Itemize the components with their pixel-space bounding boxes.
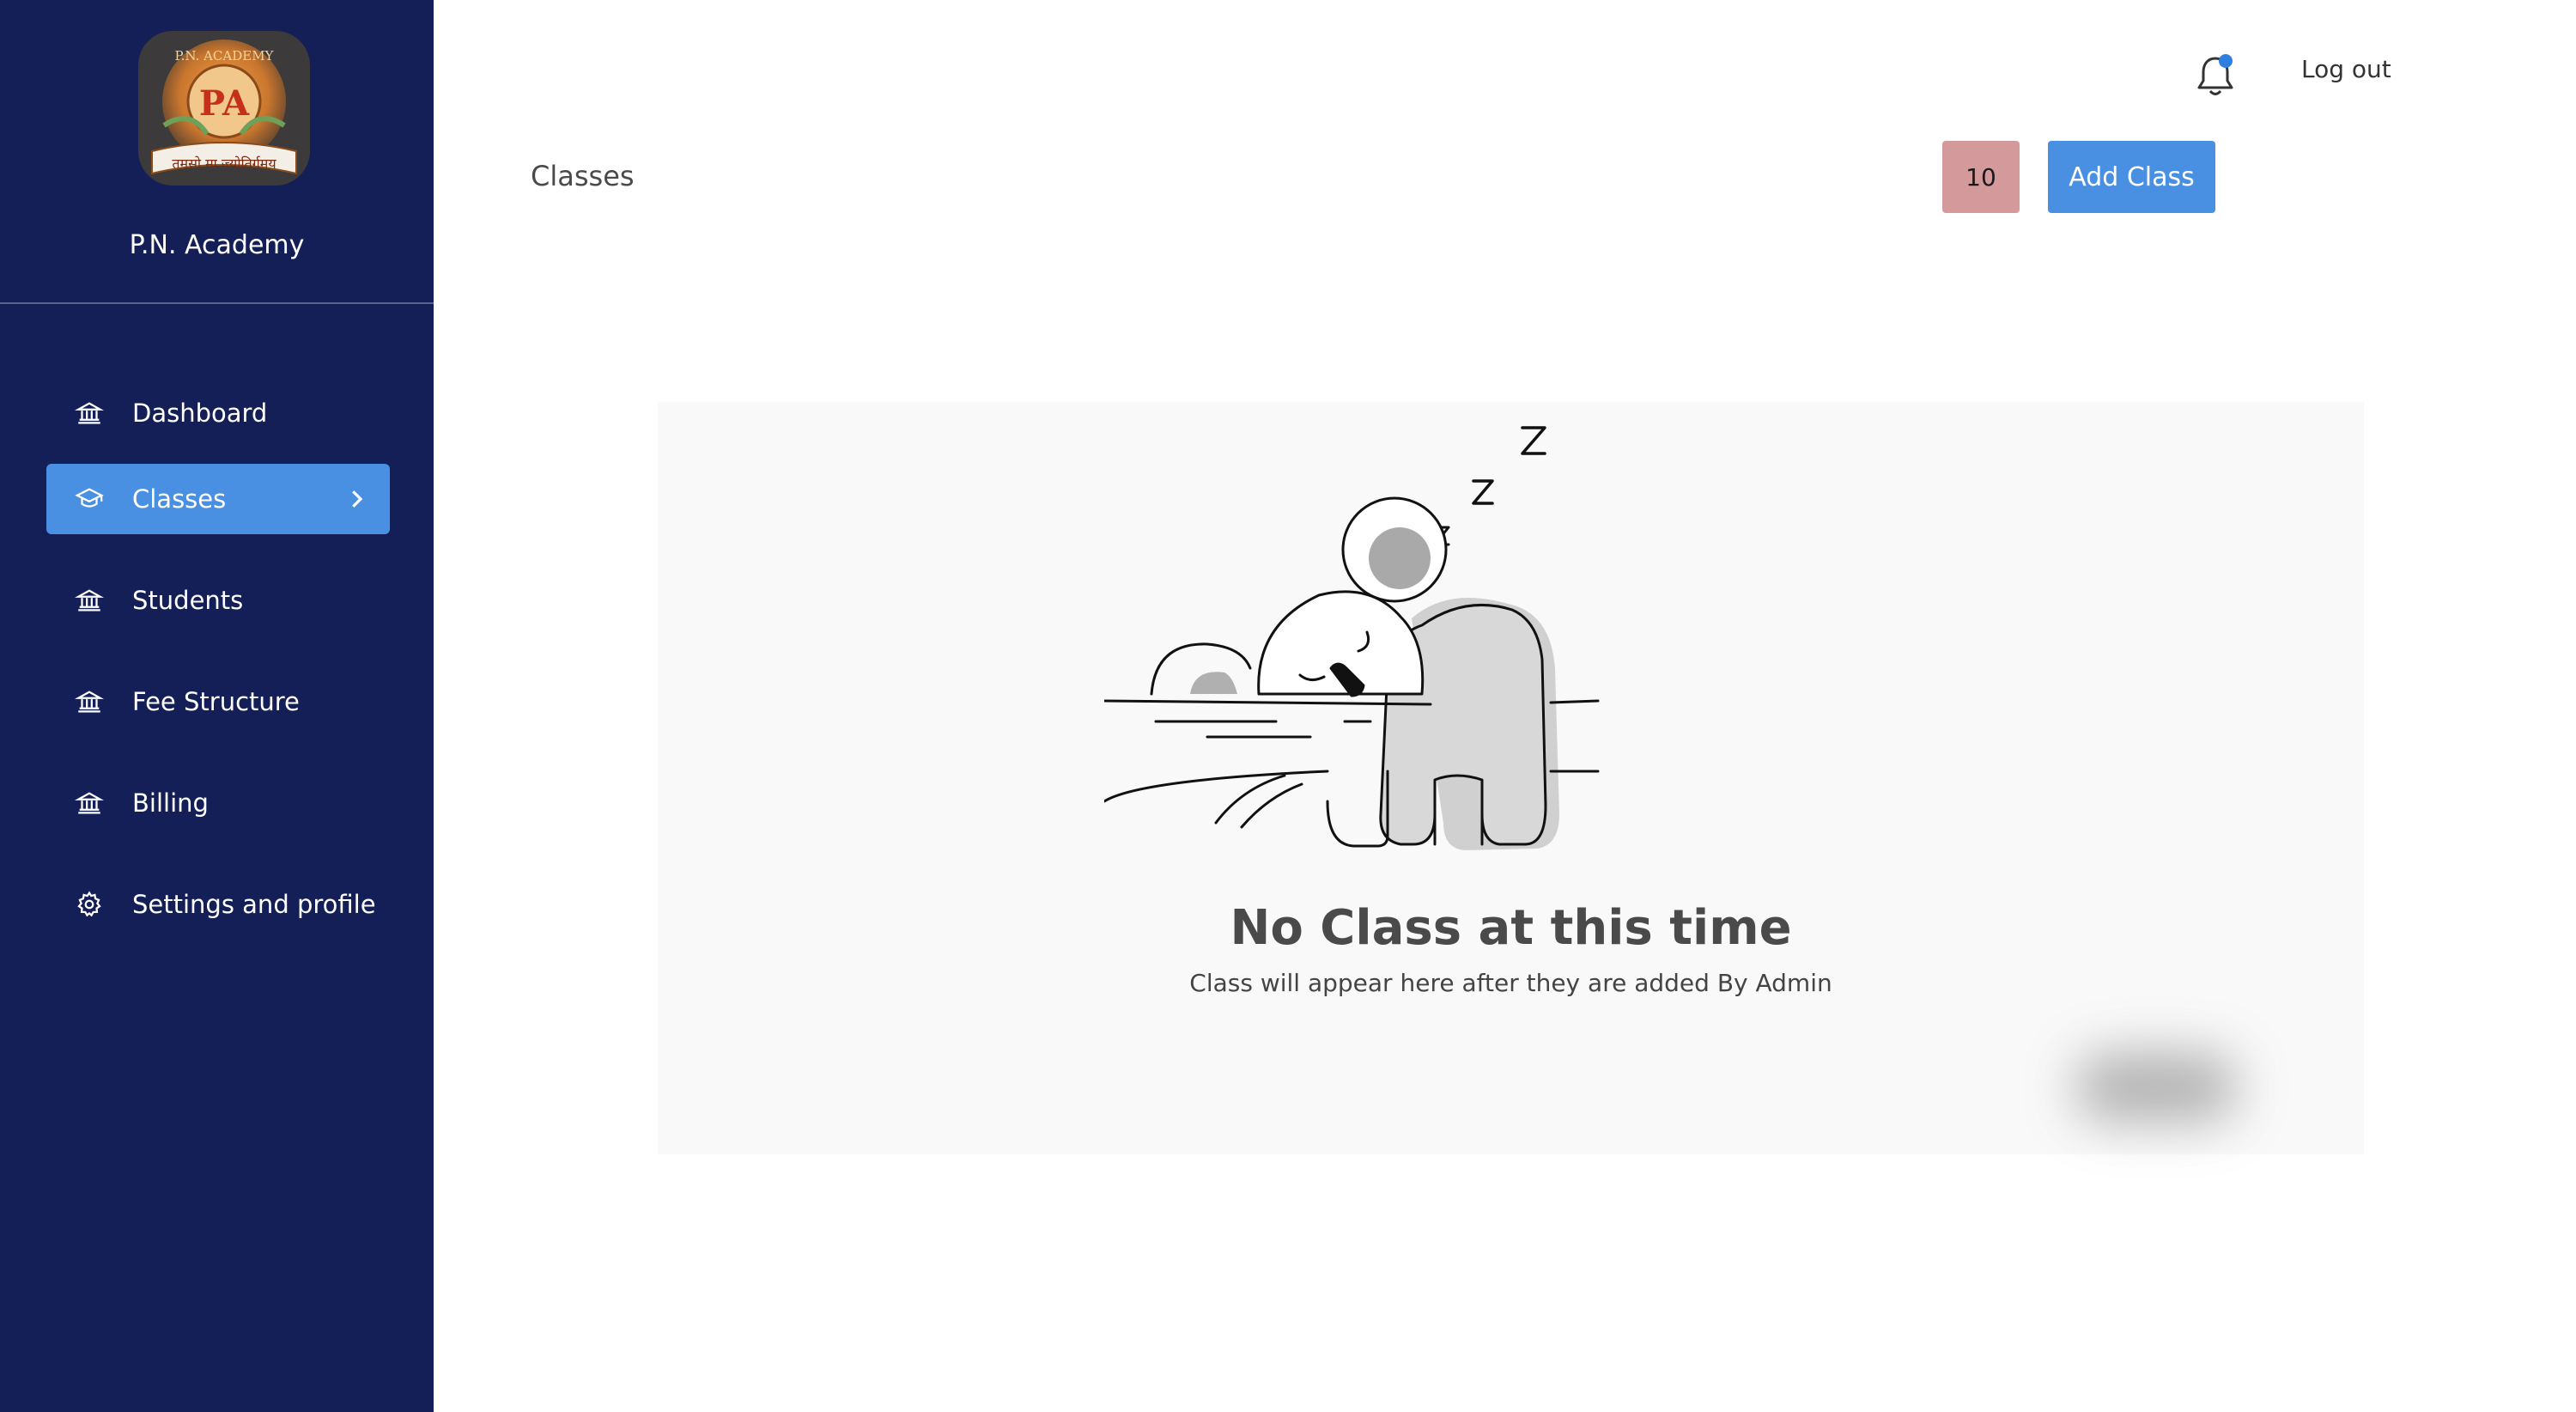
sidebar-item-label: Billing	[132, 788, 209, 818]
notification-dot	[2219, 54, 2233, 68]
sidebar-item-fee-structure[interactable]: Fee Structure	[46, 666, 390, 737]
blurred-shadow	[2075, 1053, 2238, 1122]
empty-state-panel: No Class at this time Class will appear …	[658, 402, 2364, 1154]
graduation-cap-icon	[72, 482, 106, 516]
sidebar-header: PA P.N. ACADEMY तमसो मा ज्योतिर्गमय P.N.…	[0, 0, 434, 304]
bank-icon	[72, 685, 106, 719]
sidebar: PA P.N. ACADEMY तमसो मा ज्योतिर्गमय P.N.…	[0, 0, 434, 1412]
logout-link[interactable]: Log out	[2301, 55, 2391, 83]
sidebar-item-classes[interactable]: Classes	[46, 464, 390, 534]
sidebar-item-students[interactable]: Students	[46, 565, 390, 636]
bank-icon	[72, 786, 106, 820]
bank-icon	[72, 583, 106, 618]
logo-top-text: P.N. ACADEMY	[175, 48, 275, 64]
sidebar-item-label: Classes	[132, 484, 227, 514]
academy-logo: PA P.N. ACADEMY तमसो मा ज्योतिर्गमय	[138, 31, 310, 186]
sleeping-koala-illustration	[1103, 411, 1791, 857]
sidebar-item-label: Fee Structure	[132, 687, 300, 716]
sidebar-item-label: Students	[132, 586, 244, 615]
empty-state-subtitle: Class will appear here after they are ad…	[1189, 969, 1832, 997]
logo-initials: PA	[199, 83, 250, 124]
bell-icon	[2197, 54, 2233, 95]
brand-name: P.N. Academy	[129, 230, 305, 260]
logo-motto: तमसो मा ज्योतिर्गमय	[172, 155, 276, 172]
sidebar-item-billing[interactable]: Billing	[46, 768, 390, 838]
bank-icon	[72, 396, 106, 430]
class-count-badge: 10	[1942, 141, 2020, 213]
sidebar-item-label: Dashboard	[132, 399, 268, 428]
sidebar-item-label: Settings and profile	[132, 890, 376, 919]
empty-state-title: No Class at this time	[1230, 900, 1792, 956]
gear-icon	[72, 887, 106, 922]
page-title: Classes	[531, 160, 635, 192]
notification-bell[interactable]	[2194, 52, 2237, 100]
add-class-button[interactable]: Add Class	[2048, 141, 2215, 213]
chevron-right-icon	[343, 486, 369, 512]
sidebar-item-dashboard[interactable]: Dashboard	[46, 378, 390, 448]
sidebar-item-settings[interactable]: Settings and profile	[46, 869, 390, 940]
